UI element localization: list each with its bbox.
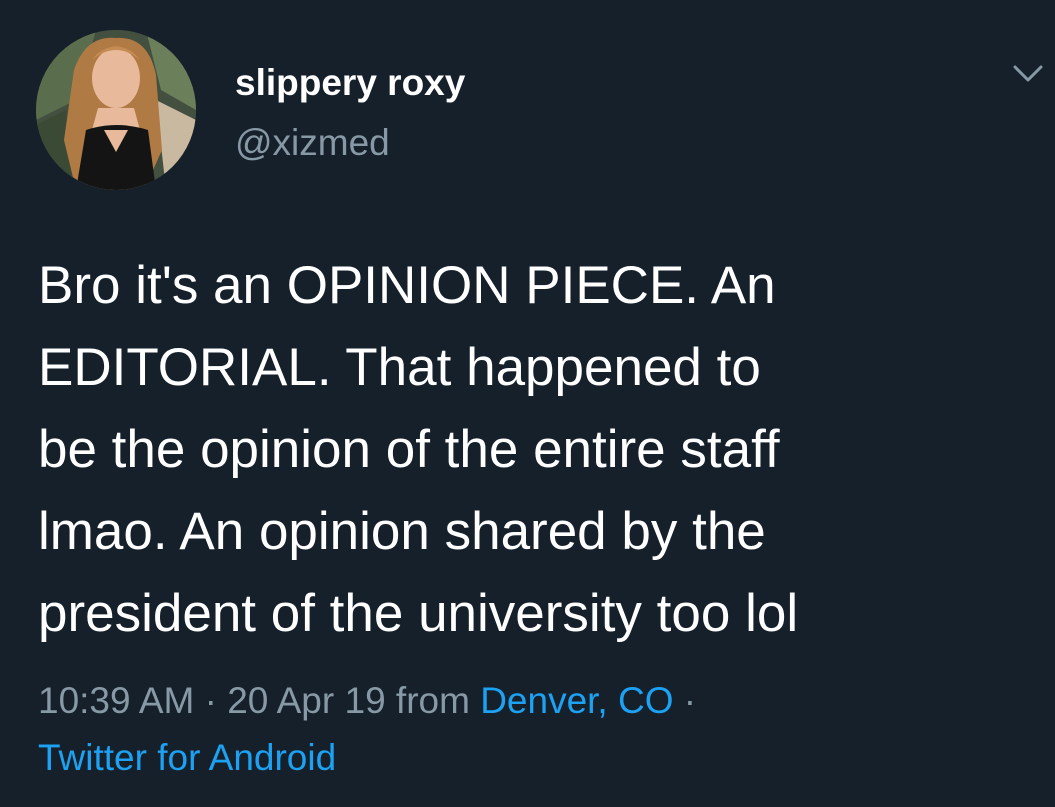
chevron-down-icon <box>1013 65 1043 82</box>
tweet-text-line: Bro it's an OPINION PIECE. An <box>38 256 776 315</box>
tweet-text-line: lmao. An opinion shared by the <box>38 502 766 561</box>
location-link[interactable]: Denver, CO <box>480 680 673 721</box>
display-name[interactable]: slippery roxy <box>235 62 465 104</box>
tweet-text: Bro it's an OPINION PIECE. An EDITORIAL.… <box>38 245 1038 655</box>
tweet-time[interactable]: 10:39 AM <box>38 680 194 721</box>
tweet-text-line: EDITORIAL. That happened to <box>38 338 761 397</box>
tweet-date[interactable]: 20 Apr 19 <box>227 680 385 721</box>
separator: · <box>194 680 228 721</box>
user-handle[interactable]: @xizmed <box>235 122 390 164</box>
timestamp-line: 10:39 AM · 20 Apr 19 from Denver, CO · <box>38 672 696 729</box>
tweet: slippery roxy @xizmed Bro it's an OPINIO… <box>0 0 1055 807</box>
from-label: from <box>385 680 481 721</box>
avatar-photo <box>36 30 196 190</box>
tweet-text-line: president of the university too lol <box>38 584 799 643</box>
more-options-button[interactable] <box>1010 58 1046 88</box>
client-link[interactable]: Twitter for Android <box>38 729 696 786</box>
tweet-metadata: 10:39 AM · 20 Apr 19 from Denver, CO · T… <box>38 672 696 786</box>
separator: · <box>673 680 697 721</box>
avatar[interactable] <box>36 30 196 190</box>
tweet-text-line: be the opinion of the entire staff <box>38 420 780 479</box>
